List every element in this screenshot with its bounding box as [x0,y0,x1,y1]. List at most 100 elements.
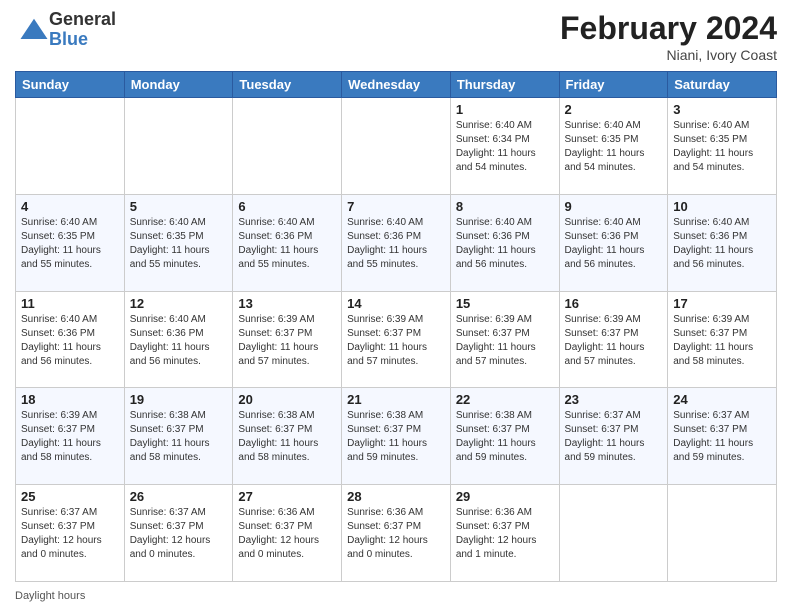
calendar-cell: 25 Sunrise: 6:37 AM Sunset: 6:37 PM Dayli… [16,485,125,582]
day-info: Sunrise: 6:40 AM Sunset: 6:35 PM Dayligh… [130,216,228,272]
day-info: Sunrise: 6:37 AM Sunset: 6:37 PM Dayligh… [21,506,119,562]
day-number: 12 [130,296,228,311]
calendar-cell: 7 Sunrise: 6:40 AM Sunset: 6:36 PM Daylig… [342,194,451,291]
col-header-thursday: Thursday [450,72,559,98]
calendar-cell [668,485,777,582]
col-header-monday: Monday [124,72,233,98]
calendar-cell: 6 Sunrise: 6:40 AM Sunset: 6:36 PM Daylig… [233,194,342,291]
calendar-cell: 14 Sunrise: 6:39 AM Sunset: 6:37 PM Dayli… [342,291,451,388]
calendar-cell [342,98,451,195]
header: General Blue February 2024 Niani, Ivory … [15,10,777,63]
footer: Daylight hours [15,590,777,602]
day-number: 27 [238,489,336,504]
calendar-cell: 16 Sunrise: 6:39 AM Sunset: 6:37 PM Dayli… [559,291,668,388]
day-info: Sunrise: 6:39 AM Sunset: 6:37 PM Dayligh… [347,313,445,369]
day-number: 17 [673,296,771,311]
title-block: February 2024 Niani, Ivory Coast [560,10,777,63]
day-info: Sunrise: 6:40 AM Sunset: 6:34 PM Dayligh… [456,119,554,175]
col-header-wednesday: Wednesday [342,72,451,98]
day-number: 10 [673,199,771,214]
day-info: Sunrise: 6:39 AM Sunset: 6:37 PM Dayligh… [21,409,119,465]
day-number: 3 [673,102,771,117]
day-info: Sunrise: 6:39 AM Sunset: 6:37 PM Dayligh… [565,313,663,369]
calendar-cell: 10 Sunrise: 6:40 AM Sunset: 6:36 PM Dayli… [668,194,777,291]
day-number: 25 [21,489,119,504]
day-info: Sunrise: 6:37 AM Sunset: 6:37 PM Dayligh… [673,409,771,465]
day-number: 23 [565,392,663,407]
day-number: 21 [347,392,445,407]
calendar-cell: 19 Sunrise: 6:38 AM Sunset: 6:37 PM Dayli… [124,388,233,485]
day-info: Sunrise: 6:40 AM Sunset: 6:36 PM Dayligh… [565,216,663,272]
calendar-cell: 23Sunrise: 6:37 AM Sunset: 6:37 PM Dayli… [559,388,668,485]
day-number: 6 [238,199,336,214]
day-info: Sunrise: 6:36 AM Sunset: 6:37 PM Dayligh… [456,506,554,562]
calendar-cell [559,485,668,582]
calendar-cell: 11 Sunrise: 6:40 AM Sunset: 6:36 PM Dayli… [16,291,125,388]
day-number: 16 [565,296,663,311]
calendar-week-row: 25 Sunrise: 6:37 AM Sunset: 6:37 PM Dayli… [16,485,777,582]
day-info: Sunrise: 6:37 AM Sunset: 6:37 PM Dayligh… [130,506,228,562]
day-number: 19 [130,392,228,407]
day-number: 7 [347,199,445,214]
day-number: 18 [21,392,119,407]
day-info: Sunrise: 6:40 AM Sunset: 6:36 PM Dayligh… [21,313,119,369]
calendar-cell: 15 Sunrise: 6:39 AM Sunset: 6:37 PM Dayli… [450,291,559,388]
calendar-cell: 1 Sunrise: 6:40 AM Sunset: 6:34 PM Daylig… [450,98,559,195]
logo: General Blue [15,10,116,50]
day-info: Sunrise: 6:40 AM Sunset: 6:36 PM Dayligh… [347,216,445,272]
logo-icon [19,15,49,45]
calendar-cell: 3Sunrise: 6:40 AM Sunset: 6:35 PM Daylig… [668,98,777,195]
calendar-cell: 4 Sunrise: 6:40 AM Sunset: 6:35 PM Daylig… [16,194,125,291]
day-info: Sunrise: 6:36 AM Sunset: 6:37 PM Dayligh… [347,506,445,562]
calendar-week-row: 1 Sunrise: 6:40 AM Sunset: 6:34 PM Daylig… [16,98,777,195]
calendar-cell: 28 Sunrise: 6:36 AM Sunset: 6:37 PM Dayli… [342,485,451,582]
day-number: 14 [347,296,445,311]
day-number: 24 [673,392,771,407]
calendar-cell: 17Sunrise: 6:39 AM Sunset: 6:37 PM Dayli… [668,291,777,388]
day-info: Sunrise: 6:39 AM Sunset: 6:37 PM Dayligh… [456,313,554,369]
col-header-saturday: Saturday [668,72,777,98]
day-number: 5 [130,199,228,214]
day-info: Sunrise: 6:40 AM Sunset: 6:35 PM Dayligh… [21,216,119,272]
title-month: February 2024 [560,10,777,47]
day-info: Sunrise: 6:40 AM Sunset: 6:36 PM Dayligh… [673,216,771,272]
col-header-sunday: Sunday [16,72,125,98]
day-info: Sunrise: 6:38 AM Sunset: 6:37 PM Dayligh… [456,409,554,465]
day-info: Sunrise: 6:38 AM Sunset: 6:37 PM Dayligh… [130,409,228,465]
calendar-cell [16,98,125,195]
calendar-cell: 18 Sunrise: 6:39 AM Sunset: 6:37 PM Dayli… [16,388,125,485]
calendar-cell: 8 Sunrise: 6:40 AM Sunset: 6:36 PM Daylig… [450,194,559,291]
calendar-week-row: 4 Sunrise: 6:40 AM Sunset: 6:35 PM Daylig… [16,194,777,291]
day-number: 29 [456,489,554,504]
calendar-cell: 24 Sunrise: 6:37 AM Sunset: 6:37 PM Dayli… [668,388,777,485]
day-info: Sunrise: 6:38 AM Sunset: 6:37 PM Dayligh… [347,409,445,465]
logo-blue: Blue [49,30,116,50]
day-number: 11 [21,296,119,311]
day-number: 1 [456,102,554,117]
logo-text: General Blue [49,10,116,50]
day-number: 28 [347,489,445,504]
day-number: 4 [21,199,119,214]
calendar-cell: 27Sunrise: 6:36 AM Sunset: 6:37 PM Dayli… [233,485,342,582]
daylight-label: Daylight hours [15,590,85,602]
page: General Blue February 2024 Niani, Ivory … [0,0,792,612]
calendar-cell: 20Sunrise: 6:38 AM Sunset: 6:37 PM Dayli… [233,388,342,485]
calendar-week-row: 11 Sunrise: 6:40 AM Sunset: 6:36 PM Dayli… [16,291,777,388]
day-info: Sunrise: 6:38 AM Sunset: 6:37 PM Dayligh… [238,409,336,465]
calendar-cell [233,98,342,195]
calendar-cell: 26Sunrise: 6:37 AM Sunset: 6:37 PM Dayli… [124,485,233,582]
calendar-cell: 2Sunrise: 6:40 AM Sunset: 6:35 PM Daylig… [559,98,668,195]
day-info: Sunrise: 6:40 AM Sunset: 6:36 PM Dayligh… [456,216,554,272]
day-number: 15 [456,296,554,311]
calendar-cell: 22Sunrise: 6:38 AM Sunset: 6:37 PM Dayli… [450,388,559,485]
day-info: Sunrise: 6:40 AM Sunset: 6:36 PM Dayligh… [238,216,336,272]
day-number: 2 [565,102,663,117]
day-number: 9 [565,199,663,214]
calendar-header-row: SundayMondayTuesdayWednesdayThursdayFrid… [16,72,777,98]
calendar-cell: 12Sunrise: 6:40 AM Sunset: 6:36 PM Dayli… [124,291,233,388]
title-location: Niani, Ivory Coast [560,47,777,63]
col-header-tuesday: Tuesday [233,72,342,98]
calendar-cell [124,98,233,195]
calendar: SundayMondayTuesdayWednesdayThursdayFrid… [15,71,777,582]
day-number: 8 [456,199,554,214]
